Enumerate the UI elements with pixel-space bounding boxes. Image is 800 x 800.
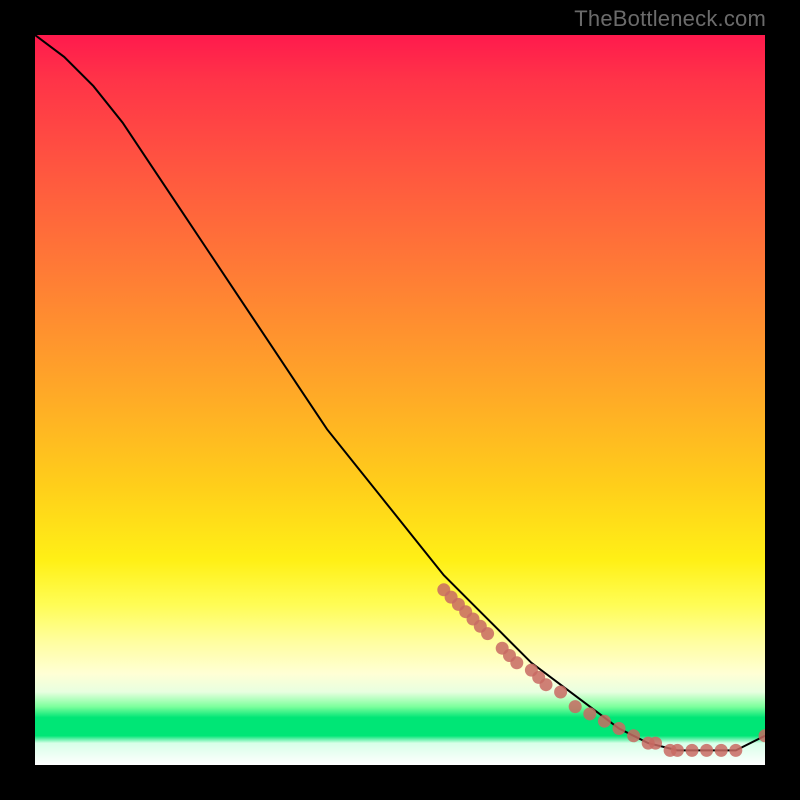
scatter-point [729,744,742,757]
scatter-point [540,678,553,691]
scatter-point [554,686,567,699]
scatter-point [583,707,596,720]
scatter-series [437,583,765,757]
scatter-point [598,715,611,728]
scatter-point [686,744,699,757]
line-series [35,35,765,750]
scatter-point [671,744,684,757]
watermark-text: TheBottleneck.com [574,6,766,32]
scatter-point [481,627,494,640]
scatter-point [649,737,662,750]
scatter-point [700,744,713,757]
plot-area [35,35,765,765]
chart-svg [35,35,765,765]
scatter-point [613,722,626,735]
curve-path [35,35,765,750]
scatter-point [759,729,766,742]
scatter-point [569,700,582,713]
scatter-point [715,744,728,757]
scatter-point [510,656,523,669]
chart-frame: TheBottleneck.com [0,0,800,800]
scatter-point [627,729,640,742]
